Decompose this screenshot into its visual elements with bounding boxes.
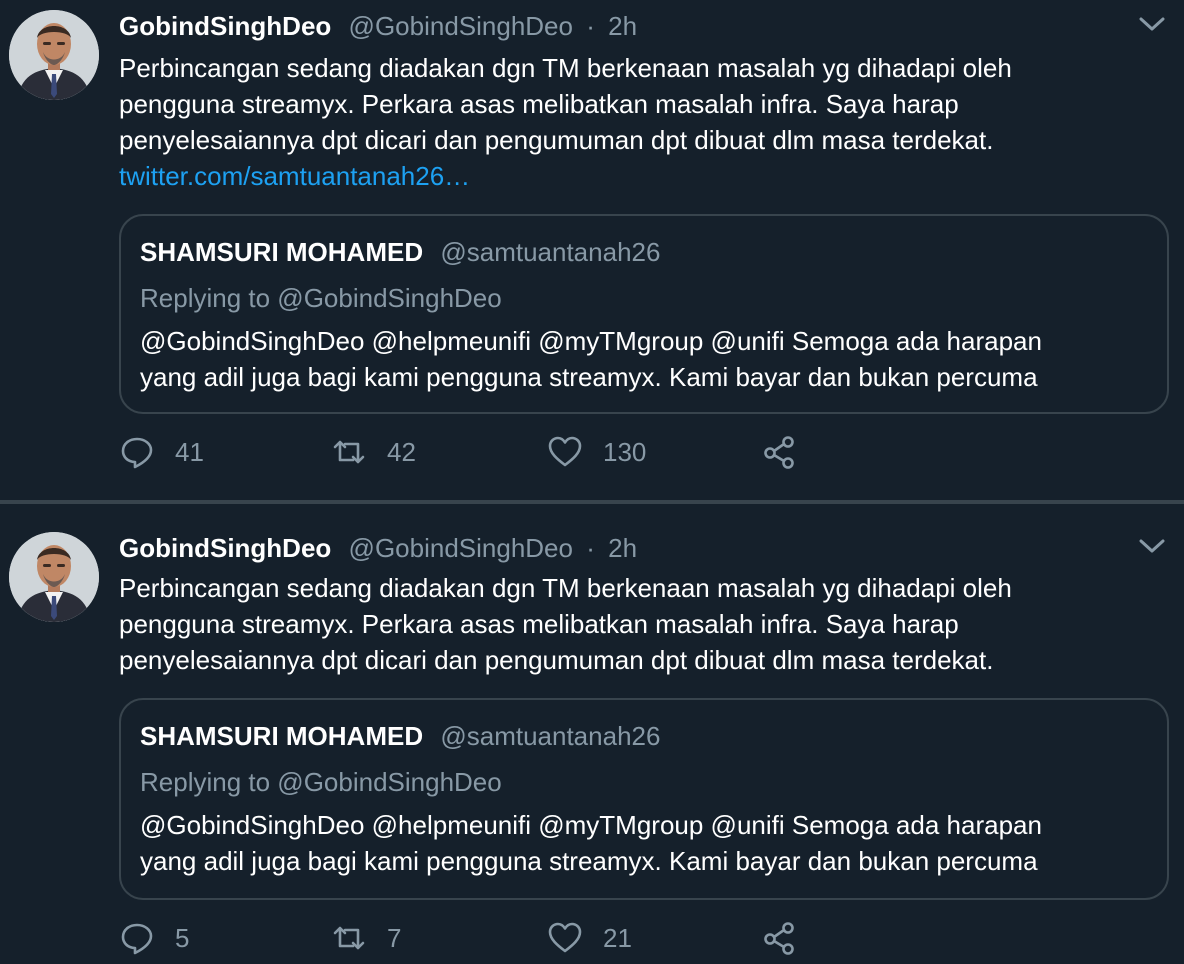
reply-count: 41 xyxy=(175,436,204,467)
retweet-icon xyxy=(333,926,365,950)
quoted-author-handle: @samtuantanah26 xyxy=(440,721,661,751)
retweet-count: 7 xyxy=(387,922,402,953)
share-button[interactable] xyxy=(761,432,797,472)
tweet-text: Perbincangan sedang diadakan dgn TM berk… xyxy=(119,50,1139,194)
tweet-text-line: Perbincangan sedang diadakan dgn TM berk… xyxy=(119,573,1012,603)
quoted-tweet[interactable]: SHAMSURI MOHAMED @samtuantanah26 Replyin… xyxy=(119,698,1169,900)
share-icon xyxy=(764,922,794,955)
tweet-text-line: pengguna streamyx. Perkara asas melibatk… xyxy=(119,89,959,119)
heart-icon xyxy=(548,922,582,953)
like-count: 21 xyxy=(603,922,632,953)
quoted-tweet-text: @GobindSinghDeo @helpmeunifi @myTMgroup … xyxy=(140,807,1042,879)
tweet-text: Perbincangan sedang diadakan dgn TM berk… xyxy=(119,570,1139,678)
quoted-text-line: yang adil juga bagi kami pengguna stream… xyxy=(140,362,1038,392)
author-name[interactable]: GobindSinghDeo xyxy=(119,533,331,563)
avatar[interactable] xyxy=(9,532,99,622)
quoted-tweet-text: @GobindSinghDeo @helpmeunifi @myTMgroup … xyxy=(140,323,1042,395)
like-button[interactable]: 21 xyxy=(547,918,632,958)
author-handle[interactable]: @GobindSinghDeo xyxy=(349,533,573,563)
tweet-text-line: pengguna streamyx. Perkara asas melibatk… xyxy=(119,609,959,639)
tweet-text-line: penyelesaiannya dpt dicari dan pengumuma… xyxy=(119,645,994,675)
quoted-text-line: @GobindSinghDeo @helpmeunifi @myTMgroup … xyxy=(140,326,1042,356)
retweet-icon xyxy=(333,440,365,464)
tweet-text-line: penyelesaiannya dpt dicari dan pengumuma… xyxy=(119,125,994,155)
reply-count: 5 xyxy=(175,922,190,953)
reply-button[interactable]: 41 xyxy=(119,432,204,472)
separator: · xyxy=(586,533,595,563)
retweet-button[interactable]: 42 xyxy=(331,432,416,472)
quoted-author-handle: @samtuantanah26 xyxy=(440,237,661,267)
retweet-button[interactable]: 7 xyxy=(331,918,401,958)
quoted-author-name: SHAMSURI MOHAMED xyxy=(140,237,424,267)
timestamp[interactable]: 2h xyxy=(608,11,637,41)
reply-icon xyxy=(121,437,153,469)
replying-to: Replying to @GobindSinghDeo xyxy=(140,767,502,797)
like-button[interactable]: 130 xyxy=(547,432,646,472)
reply-icon xyxy=(121,923,153,955)
like-count: 130 xyxy=(603,436,647,467)
heart-icon xyxy=(548,436,582,467)
tweet[interactable]: GobindSinghDeo @GobindSinghDeo · 2h Perb… xyxy=(0,0,1184,500)
quoted-text-line: @GobindSinghDeo @helpmeunifi @myTMgroup … xyxy=(140,810,1042,840)
replying-to: Replying to @GobindSinghDeo xyxy=(140,283,502,313)
quoted-tweet-header: SHAMSURI MOHAMED @samtuantanah26 xyxy=(140,236,660,268)
avatar[interactable] xyxy=(9,10,99,100)
separator: · xyxy=(586,11,595,41)
tweet-header: GobindSinghDeo @GobindSinghDeo · 2h xyxy=(119,532,637,564)
chevron-down-icon[interactable] xyxy=(1138,536,1166,556)
quoted-tweet[interactable]: SHAMSURI MOHAMED @samtuantanah26 Replyin… xyxy=(119,214,1169,414)
tweet-text-line: Perbincangan sedang diadakan dgn TM berk… xyxy=(119,53,1012,83)
quoted-text-line: yang adil juga bagi kami pengguna stream… xyxy=(140,846,1038,876)
quoted-tweet-header: SHAMSURI MOHAMED @samtuantanah26 xyxy=(140,720,660,752)
author-name[interactable]: GobindSinghDeo xyxy=(119,11,331,41)
retweet-count: 42 xyxy=(387,436,416,467)
reply-button[interactable]: 5 xyxy=(119,918,189,958)
tweet-link[interactable]: twitter.com/samtuantanah26… xyxy=(119,158,1139,194)
share-button[interactable] xyxy=(761,918,797,958)
author-handle[interactable]: @GobindSinghDeo xyxy=(349,11,573,41)
timestamp[interactable]: 2h xyxy=(608,533,637,563)
quoted-author-name: SHAMSURI MOHAMED xyxy=(140,721,424,751)
chevron-down-icon[interactable] xyxy=(1138,14,1166,34)
tweet-header: GobindSinghDeo @GobindSinghDeo · 2h xyxy=(119,10,637,42)
share-icon xyxy=(764,436,794,469)
tweet[interactable]: GobindSinghDeo @GobindSinghDeo · 2h Perb… xyxy=(0,504,1184,964)
